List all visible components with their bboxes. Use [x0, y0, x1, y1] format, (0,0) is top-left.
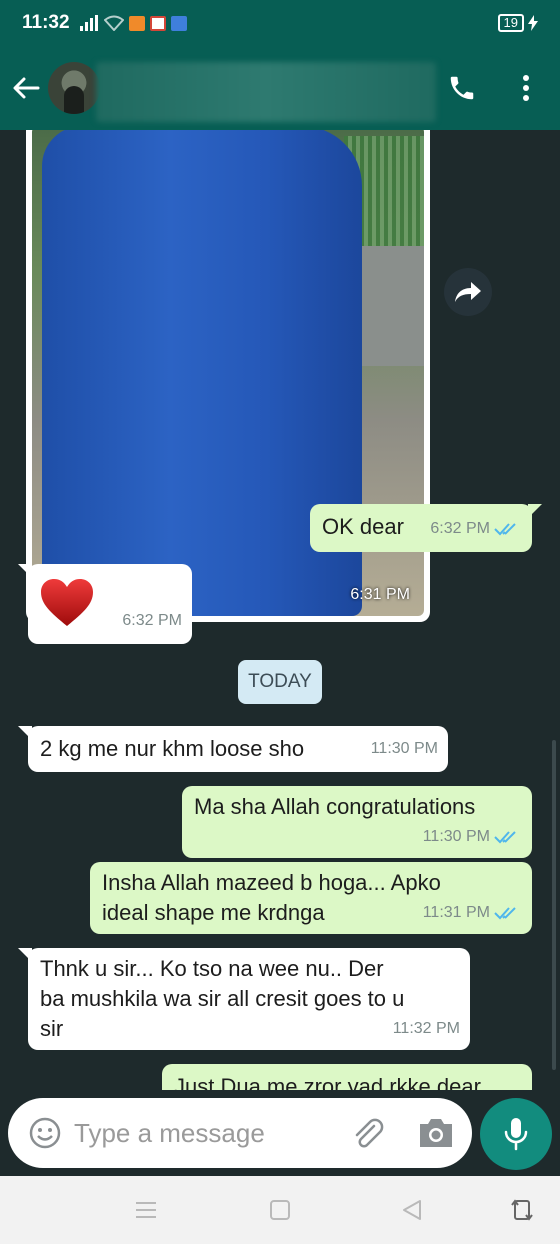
nav-home-button[interactable]	[266, 1196, 294, 1224]
message-outgoing[interactable]: Ma sha Allah congratulations 11:30 PM	[182, 786, 532, 858]
more-options-button[interactable]	[506, 66, 546, 110]
message-time: 11:30 PM	[370, 740, 438, 757]
message-input[interactable]	[74, 1112, 334, 1154]
message-text: ba mushkila wa sir all cresit goes to u	[40, 986, 405, 1011]
app-notification-icon	[128, 15, 145, 31]
message-text: Thnk u sir... Ko tso na wee nu.. Der	[40, 956, 384, 981]
phone-icon	[450, 76, 474, 100]
message-incoming[interactable]: 2 kg me nur khm loose sho 11:30 PM	[18, 726, 448, 772]
message-notification-icon	[170, 15, 187, 31]
message-incoming[interactable]: Thnk u sir... Ko tso na wee nu.. Der ba …	[18, 948, 470, 1050]
charging-icon	[528, 15, 538, 31]
scrollbar[interactable]	[552, 740, 556, 1070]
status-time: 11:32	[22, 12, 70, 33]
rotate-icon	[511, 1199, 533, 1221]
contact-name-blurred[interactable]	[96, 62, 436, 122]
heart-emoji	[41, 579, 93, 626]
gmail-icon	[149, 15, 166, 31]
mic-icon	[504, 1118, 528, 1151]
wifi-icon	[103, 15, 124, 31]
nav-rotate-button[interactable]	[508, 1196, 536, 1224]
message-text: 2 kg me nur khm loose sho	[40, 736, 305, 761]
read-ticks-icon	[494, 907, 516, 920]
system-navigation-bar	[0, 1176, 560, 1244]
attach-icon[interactable]	[348, 1114, 386, 1152]
message-composer	[8, 1098, 472, 1168]
read-ticks-icon	[494, 523, 516, 536]
message-time: 6:31 PM	[350, 586, 410, 603]
message-text: Insha Allah mazeed b hoga... Apko	[102, 870, 441, 895]
nav-menu-button[interactable]	[132, 1196, 160, 1224]
voice-call-button[interactable]	[440, 66, 484, 110]
message-outgoing[interactable]: Just Dua me zror yad rkke dear	[162, 1064, 532, 1090]
status-bar: 11:32 19	[0, 0, 560, 46]
forward-icon	[455, 282, 481, 302]
back-button[interactable]	[4, 66, 48, 110]
avatar[interactable]	[48, 62, 100, 114]
message-text: OK dear	[322, 514, 404, 539]
menu-icon	[136, 1202, 156, 1218]
nav-back-button[interactable]	[398, 1196, 426, 1224]
home-icon	[270, 1200, 290, 1220]
chat-area[interactable]: 6:31 PM OK dear 6:32 PM 6:32 PM TODAY 2 …	[0, 130, 560, 1090]
message-outgoing[interactable]: Insha Allah mazeed b hoga... Apko ideal …	[90, 862, 532, 934]
signal-icon	[79, 15, 98, 31]
camera-icon[interactable]	[416, 1114, 456, 1152]
back-triangle-icon	[403, 1200, 421, 1220]
message-text: Just Dua me zror yad rkke dear	[174, 1074, 481, 1090]
message-time: 6:32 PM	[122, 612, 182, 629]
message-time: 11:32 PM	[392, 1020, 460, 1037]
emoji-icon[interactable]	[28, 1116, 62, 1150]
battery-icon: 19	[497, 14, 524, 32]
read-ticks-icon	[494, 831, 516, 844]
message-incoming[interactable]: 6:32 PM	[18, 564, 192, 644]
more-vert-icon	[523, 75, 529, 101]
date-chip: TODAY	[238, 660, 322, 704]
message-text: Ma sha Allah congratulations	[194, 794, 476, 819]
voice-record-button[interactable]	[480, 1098, 552, 1170]
message-time: 11:31 PM	[422, 904, 490, 921]
message-outgoing[interactable]: OK dear 6:32 PM	[310, 504, 542, 552]
forward-button[interactable]	[444, 268, 492, 316]
back-arrow-icon	[13, 77, 40, 99]
message-time: 6:32 PM	[430, 520, 490, 537]
message-time: 11:30 PM	[422, 828, 490, 845]
chat-header	[0, 46, 560, 130]
